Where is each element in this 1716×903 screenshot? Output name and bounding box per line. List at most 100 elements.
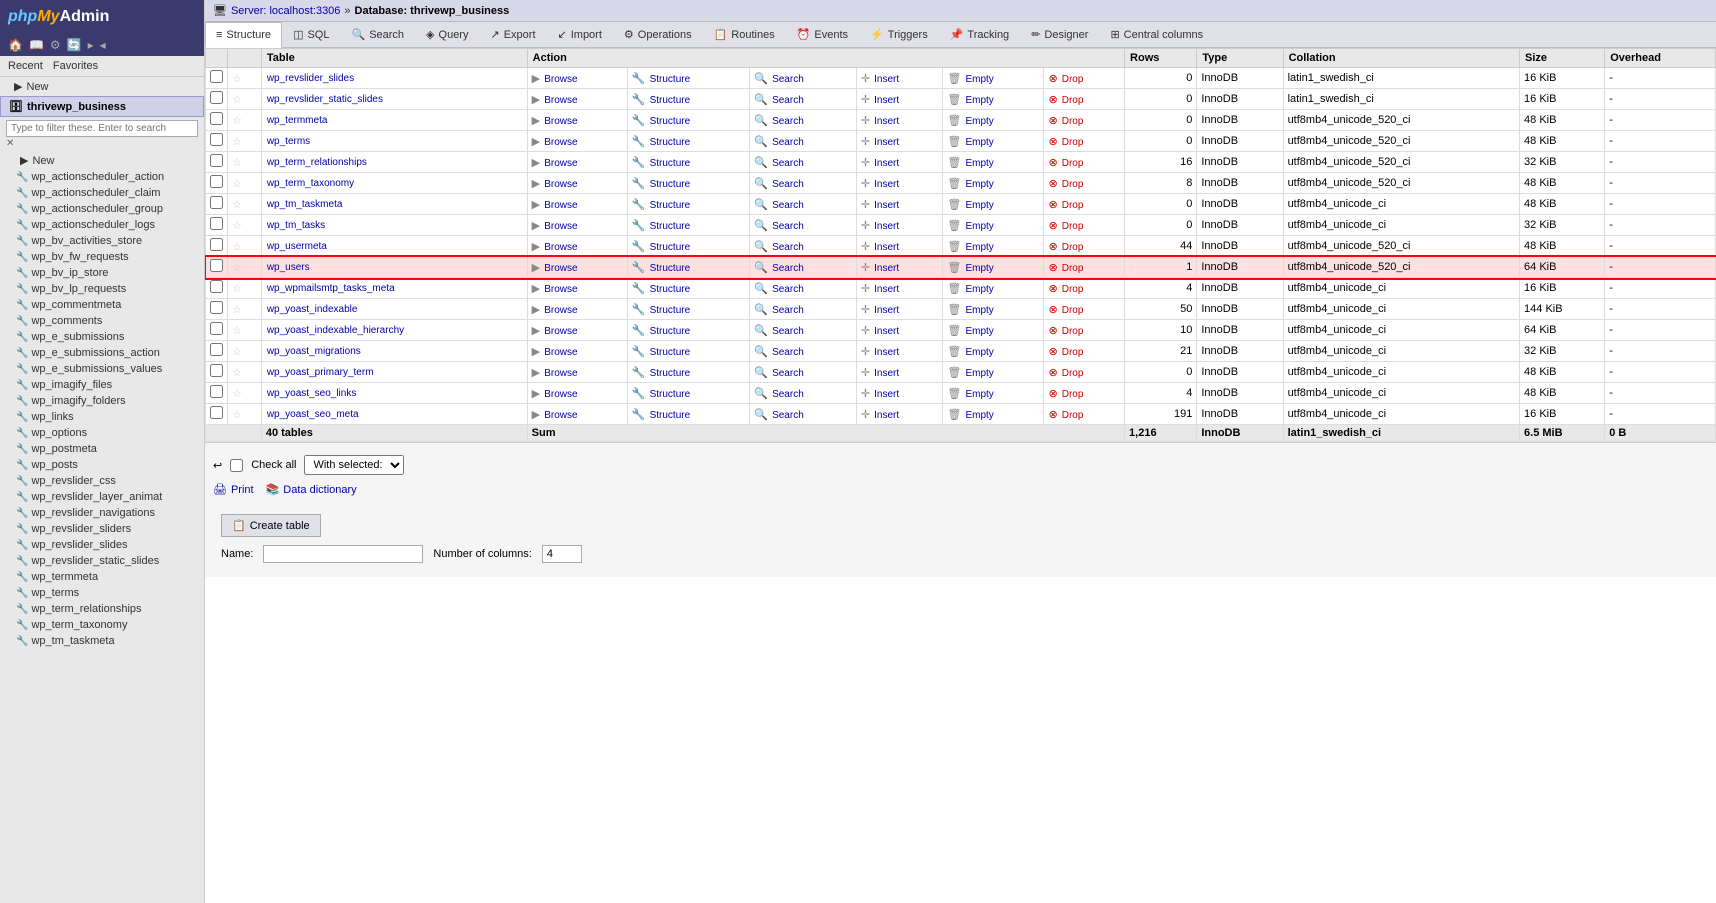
sidebar-item-wp_e_submissions_action[interactable]: 🔧 wp_e_submissions_action bbox=[0, 345, 204, 361]
sidebar-new-sub-button[interactable]: ▶ New bbox=[0, 152, 204, 169]
structure-link[interactable]: Structure bbox=[650, 179, 691, 190]
structure-link[interactable]: Structure bbox=[650, 263, 691, 274]
empty-link[interactable]: Empty bbox=[965, 95, 993, 106]
tab-export[interactable]: ↗ Export bbox=[479, 22, 546, 47]
col-table-name[interactable]: Table bbox=[261, 49, 527, 68]
home-icon[interactable]: 🏠 bbox=[8, 38, 23, 52]
browse-link[interactable]: Browse bbox=[544, 368, 577, 379]
row-table-name[interactable]: wp_yoast_seo_meta bbox=[261, 404, 527, 425]
drop-link[interactable]: Drop bbox=[1062, 200, 1084, 211]
sidebar-item-wp_comments[interactable]: 🔧 wp_comments bbox=[0, 313, 204, 329]
row-checkbox[interactable] bbox=[210, 406, 223, 419]
row-checkbox[interactable] bbox=[210, 70, 223, 83]
tab-triggers[interactable]: ⚡ Triggers bbox=[859, 22, 939, 47]
row-table-name[interactable]: wp_yoast_migrations bbox=[261, 341, 527, 362]
drop-link[interactable]: Drop bbox=[1062, 389, 1084, 400]
sidebar-item-wp_revslider_css[interactable]: 🔧 wp_revslider_css bbox=[0, 473, 204, 489]
breadcrumb-server-link[interactable]: Server: localhost:3306 bbox=[231, 5, 340, 17]
row-checkbox[interactable] bbox=[210, 238, 223, 251]
sidebar-item-wp_bv_ip_store[interactable]: 🔧 wp_bv_ip_store bbox=[0, 265, 204, 281]
row-table-name[interactable]: wp_yoast_indexable_hierarchy bbox=[261, 320, 527, 341]
sidebar-item-wp_revslider_slides[interactable]: 🔧 wp_revslider_slides bbox=[0, 537, 204, 553]
row-table-name[interactable]: wp_revslider_static_slides bbox=[261, 89, 527, 110]
sidebar-item-wp_actionscheduler_claim[interactable]: 🔧 wp_actionscheduler_claim bbox=[0, 185, 204, 201]
sidebar-item-wp_revslider_sliders[interactable]: 🔧 wp_revslider_sliders bbox=[0, 521, 204, 537]
sidebar-item-wp_options[interactable]: 🔧 wp_options bbox=[0, 425, 204, 441]
row-table-name[interactable]: wp_tm_tasks bbox=[261, 215, 527, 236]
row-table-name[interactable]: wp_term_relationships bbox=[261, 152, 527, 173]
search-link[interactable]: Search bbox=[772, 326, 804, 337]
browse-link[interactable]: Browse bbox=[544, 179, 577, 190]
empty-link[interactable]: Empty bbox=[965, 389, 993, 400]
search-link[interactable]: Search bbox=[772, 368, 804, 379]
browse-link[interactable]: Browse bbox=[544, 305, 577, 316]
row-checkbox[interactable] bbox=[210, 154, 223, 167]
search-link[interactable]: Search bbox=[772, 242, 804, 253]
search-link[interactable]: Search bbox=[772, 263, 804, 274]
star-icon[interactable]: ☆ bbox=[232, 199, 242, 211]
star-icon[interactable]: ☆ bbox=[232, 283, 242, 295]
star-icon[interactable]: ☆ bbox=[232, 304, 242, 316]
drop-link[interactable]: Drop bbox=[1062, 95, 1084, 106]
browse-link[interactable]: Browse bbox=[544, 326, 577, 337]
search-link[interactable]: Search bbox=[772, 200, 804, 211]
row-checkbox[interactable] bbox=[210, 91, 223, 104]
star-icon[interactable]: ☆ bbox=[232, 115, 242, 127]
structure-link[interactable]: Structure bbox=[650, 410, 691, 421]
row-checkbox[interactable] bbox=[210, 343, 223, 356]
settings-icon[interactable]: ⚙ bbox=[50, 38, 61, 52]
search-link[interactable]: Search bbox=[772, 284, 804, 295]
insert-link[interactable]: Insert bbox=[874, 263, 899, 274]
structure-link[interactable]: Structure bbox=[650, 74, 691, 85]
structure-link[interactable]: Structure bbox=[650, 389, 691, 400]
row-table-name[interactable]: wp_wpmailsmtp_tasks_meta bbox=[261, 278, 527, 299]
create-table-button[interactable]: 📋 Create table bbox=[221, 514, 321, 537]
drop-link[interactable]: Drop bbox=[1062, 116, 1084, 127]
drop-link[interactable]: Drop bbox=[1062, 368, 1084, 379]
insert-link[interactable]: Insert bbox=[874, 284, 899, 295]
table-name-link[interactable]: wp_termmeta bbox=[267, 115, 328, 126]
drop-link[interactable]: Drop bbox=[1062, 326, 1084, 337]
tab-query[interactable]: ◈ Query bbox=[415, 22, 479, 47]
browse-link[interactable]: Browse bbox=[544, 347, 577, 358]
search-link[interactable]: Search bbox=[772, 137, 804, 148]
table-name-link[interactable]: wp_revslider_slides bbox=[267, 73, 354, 84]
structure-link[interactable]: Structure bbox=[650, 116, 691, 127]
row-checkbox[interactable] bbox=[210, 301, 223, 314]
tab-sql[interactable]: ◫ SQL bbox=[282, 22, 340, 47]
empty-link[interactable]: Empty bbox=[965, 368, 993, 379]
table-name-link[interactable]: wp_tm_taskmeta bbox=[267, 199, 343, 210]
search-link[interactable]: Search bbox=[772, 389, 804, 400]
recent-link[interactable]: Recent bbox=[8, 60, 43, 72]
insert-link[interactable]: Insert bbox=[874, 221, 899, 232]
check-all-checkbox[interactable] bbox=[230, 459, 243, 472]
num-columns-input[interactable] bbox=[542, 545, 582, 563]
table-name-link[interactable]: wp_users bbox=[267, 262, 310, 273]
browse-link[interactable]: Browse bbox=[544, 116, 577, 127]
more-icon[interactable]: ▸ bbox=[88, 38, 94, 52]
row-table-name[interactable]: wp_revslider_slides bbox=[261, 68, 527, 89]
insert-link[interactable]: Insert bbox=[874, 326, 899, 337]
empty-link[interactable]: Empty bbox=[965, 326, 993, 337]
sidebar-item-wp_revslider_static_slides[interactable]: 🔧 wp_revslider_static_slides bbox=[0, 553, 204, 569]
favorites-link[interactable]: Favorites bbox=[53, 60, 98, 72]
sidebar-item-wp_bv_fw_requests[interactable]: 🔧 wp_bv_fw_requests bbox=[0, 249, 204, 265]
table-name-input[interactable] bbox=[263, 545, 423, 563]
table-name-link[interactable]: wp_yoast_primary_term bbox=[267, 367, 374, 378]
insert-link[interactable]: Insert bbox=[874, 116, 899, 127]
structure-link[interactable]: Structure bbox=[650, 347, 691, 358]
insert-link[interactable]: Insert bbox=[874, 242, 899, 253]
star-icon[interactable]: ☆ bbox=[232, 157, 242, 169]
empty-link[interactable]: Empty bbox=[965, 263, 993, 274]
drop-link[interactable]: Drop bbox=[1062, 305, 1084, 316]
browse-link[interactable]: Browse bbox=[544, 389, 577, 400]
browse-link[interactable]: Browse bbox=[544, 263, 577, 274]
insert-link[interactable]: Insert bbox=[874, 179, 899, 190]
search-link[interactable]: Search bbox=[772, 410, 804, 421]
browse-link[interactable]: Browse bbox=[544, 284, 577, 295]
star-icon[interactable]: ☆ bbox=[232, 325, 242, 337]
row-table-name[interactable]: wp_terms bbox=[261, 131, 527, 152]
sidebar-item-wp_termmeta[interactable]: 🔧 wp_termmeta bbox=[0, 569, 204, 585]
browse-link[interactable]: Browse bbox=[544, 158, 577, 169]
sidebar-item-wp_postmeta[interactable]: 🔧 wp_postmeta bbox=[0, 441, 204, 457]
